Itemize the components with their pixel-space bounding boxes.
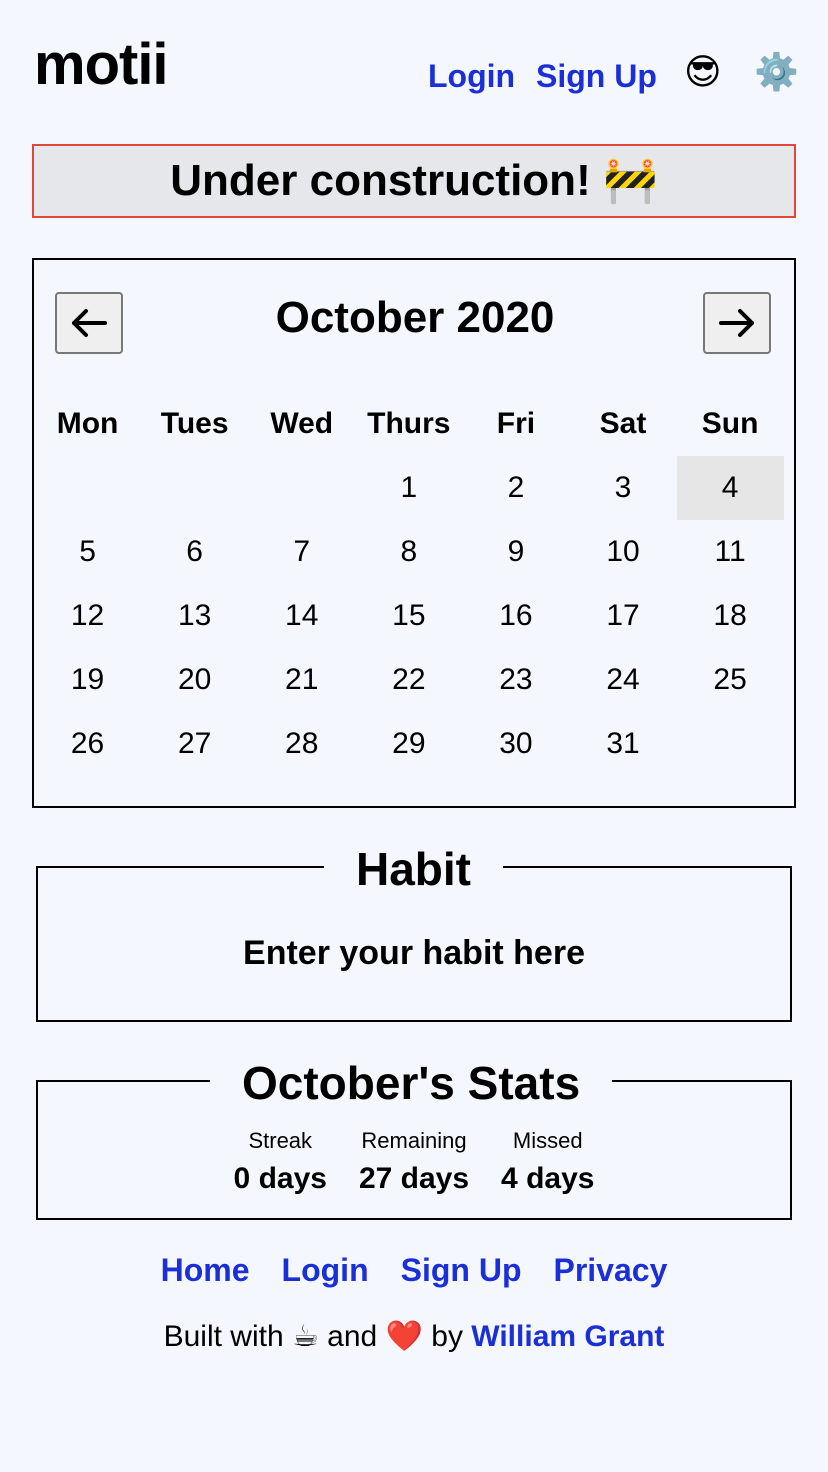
calendar-day[interactable]: 9 [462,520,569,584]
calendar-day[interactable]: 10 [569,520,676,584]
calendar-day[interactable]: 5 [34,520,141,584]
habit-legend: Habit [324,846,503,892]
calendar-day[interactable]: 22 [355,648,462,712]
calendar-day[interactable]: 28 [248,712,355,776]
weekday-label: Mon [56,407,119,440]
header-signup-link[interactable]: Sign Up [536,60,657,92]
weekday-label: Fri [496,407,536,440]
calendar-day[interactable]: 16 [462,584,569,648]
calendar-day[interactable]: 26 [34,712,141,776]
banner-text: Under construction! 🚧 [170,156,658,205]
weekday-header-row: Mon Tues Wed Thurs Fri Sat Sun [34,392,784,456]
calendar-day[interactable]: 15 [355,584,462,648]
construction-banner: Under construction! 🚧 [32,144,796,218]
arrow-right-icon [719,309,754,337]
calendar-grid: Mon Tues Wed Thurs Fri Sat Sun 1 2 3 4 5 6 7 8 9 10 11 12… [34,392,784,776]
stat-label: Streak [248,1128,313,1153]
calendar-day[interactable]: 12 [34,584,141,648]
calendar-day[interactable]: 25 [677,648,784,712]
calendar-day[interactable]: 2 [462,456,569,520]
calendar-week-row: 19 20 21 22 23 24 25 [34,648,784,712]
footer-credit: Built with ☕ and ❤️ by William Grant [0,1322,828,1352]
app-logo[interactable]: motii [34,36,169,94]
calendar: October 2020 Mon Tues Wed Thurs Fri Sat Sun 12… [32,258,796,808]
footer-nav: Home Login Sign Up Privacy [0,1254,828,1286]
header-login-link[interactable]: Login [428,60,515,92]
calendar-month-title: October 2020 [275,293,555,342]
weekday-label: Sun [701,407,759,440]
calendar-week-row: 26 27 28 29 30 31 [34,712,784,776]
stat-value: 0 days [233,1162,327,1195]
next-month-button[interactable] [703,292,771,354]
calendar-day[interactable]: 19 [34,648,141,712]
calendar-empty-cell [34,456,141,520]
header: motii Login Sign Up 😎 ⚙️ [0,0,828,140]
calendar-day[interactable]: 7 [248,520,355,584]
stats-row: Streak 0 days Remaining 27 days Missed 4… [38,1130,790,1194]
calendar-day[interactable]: 1 [355,456,462,520]
calendar-day[interactable]: 23 [462,648,569,712]
calendar-empty-cell [141,456,248,520]
calendar-day[interactable]: 13 [141,584,248,648]
habit-section: Habit Enter your habit here [36,846,792,1022]
weekday-label: Sat [599,407,647,440]
calendar-day[interactable]: 6 [141,520,248,584]
stats-legend: October's Stats [210,1060,613,1106]
sunglasses-face-icon[interactable]: 😎 [684,54,722,90]
stat-remaining: Remaining 27 days [359,1130,469,1194]
stat-streak: Streak 0 days [234,1130,327,1194]
stat-missed: Missed 4 days [501,1130,594,1194]
calendar-empty-cell [248,456,355,520]
footer-privacy-link[interactable]: Privacy [553,1254,667,1286]
calendar-empty-cell [677,712,784,776]
footer-home-link[interactable]: Home [161,1254,250,1286]
calendar-day[interactable]: 18 [677,584,784,648]
calendar-day[interactable]: 14 [248,584,355,648]
calendar-day[interactable]: 24 [569,648,676,712]
stat-value: 4 days [501,1162,595,1195]
weekday-label: Thurs [367,407,451,440]
stat-label: Missed [512,1128,583,1153]
calendar-day[interactable]: 31 [569,712,676,776]
calendar-week-row: 1234 [34,456,784,520]
stat-label: Remaining [361,1128,467,1153]
stats-section: October's Stats Streak 0 days Remaining … [36,1060,792,1220]
stat-value: 27 days [358,1162,470,1195]
calendar-day[interactable]: 20 [141,648,248,712]
weekday-label: Wed [270,407,334,440]
calendar-day[interactable]: 8 [355,520,462,584]
calendar-week-row: 5 6 7 8 9 10 11 [34,520,784,584]
calendar-day[interactable]: 21 [248,648,355,712]
calendar-day[interactable]: 17 [569,584,676,648]
credit-text: Built with ☕ and ❤️ by [163,1320,472,1353]
calendar-day[interactable]: 4 [676,456,784,520]
habit-input[interactable]: Enter your habit here [38,936,790,970]
calendar-day[interactable]: 27 [141,712,248,776]
calendar-day[interactable]: 30 [462,712,569,776]
calendar-week-row: 12 13 14 15 16 17 18 [34,584,784,648]
calendar-day[interactable]: 3 [569,456,676,520]
author-link[interactable]: William Grant [471,1320,664,1353]
footer-signup-link[interactable]: Sign Up [401,1254,522,1286]
weekday-label: Tues [160,407,229,440]
gear-icon[interactable]: ⚙️ [754,54,799,90]
calendar-day[interactable]: 11 [677,520,784,584]
calendar-day[interactable]: 29 [355,712,462,776]
footer-login-link[interactable]: Login [282,1254,369,1286]
